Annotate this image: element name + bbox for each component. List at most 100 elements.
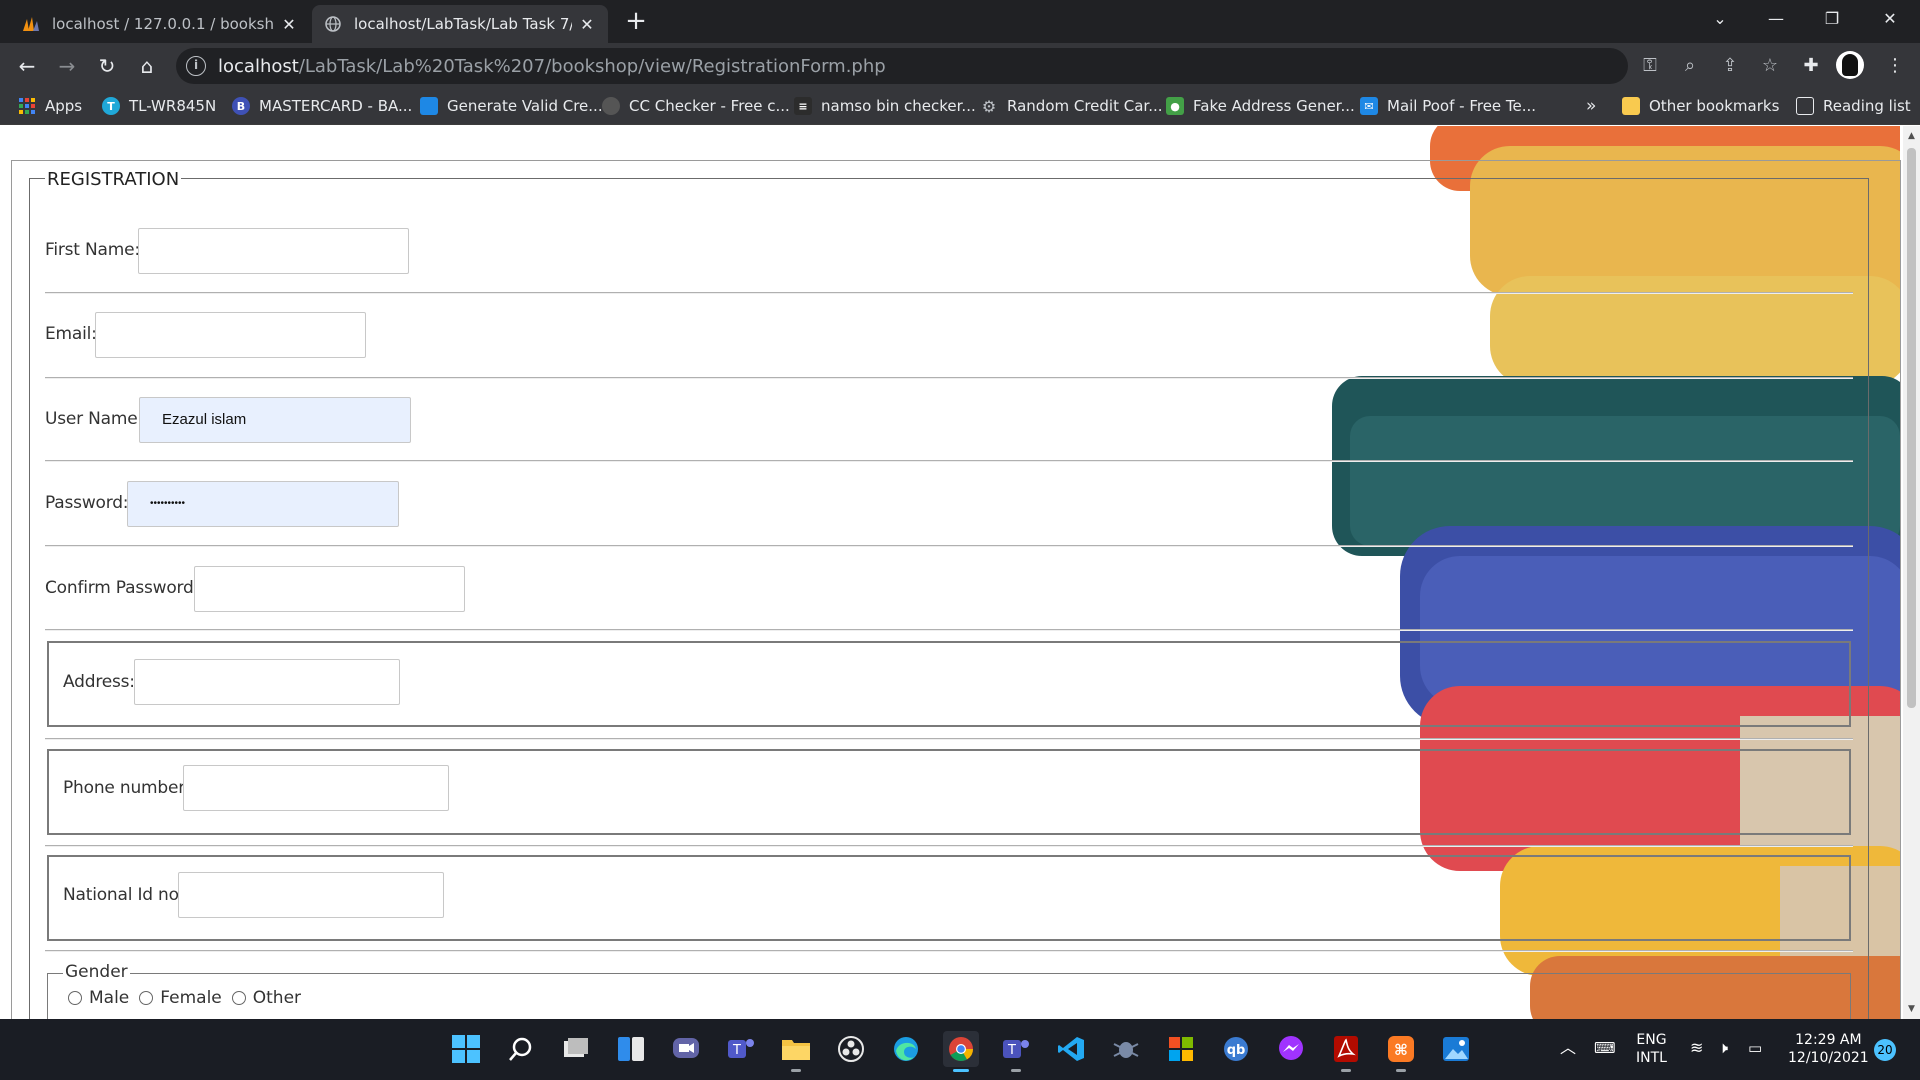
restore-button[interactable]: ❐ [1804,0,1860,38]
extensions-icon[interactable]: ✚ [1796,51,1826,81]
obs-icon[interactable] [833,1031,869,1067]
photos-icon[interactable] [1438,1031,1474,1067]
running-indicator [791,1069,801,1072]
language-indicator[interactable]: ENG INTL [1636,1031,1667,1067]
windows-taskbar: T T qb ⌘ ︿ ⌨ ENG INTL ≋ 🕨 ▭ 12:29 AM 12/… [0,1019,1920,1080]
national-id-input[interactable] [178,872,444,918]
office-apps-icon[interactable] [1163,1031,1199,1067]
key-icon[interactable]: ⚿ [1638,54,1662,78]
bookmark-cc-checker[interactable]: CC Checker - Free c... [602,93,790,119]
gender-other-label[interactable]: Other [253,988,301,1008]
email-input[interactable] [95,312,366,358]
bookmark-label: Fake Address Gener... [1193,97,1355,115]
bookmark-apps[interactable]: Apps [18,93,82,119]
reload-icon[interactable]: ↻ [92,51,122,81]
address-label: Address: [63,672,135,692]
star-icon[interactable]: ☆ [1758,54,1782,78]
wifi-icon[interactable]: ≋ [1690,1039,1703,1057]
chat-icon[interactable] [668,1031,704,1067]
tray-chevron-icon[interactable]: ︿ [1560,1039,1576,1057]
gender-other-radio[interactable] [231,991,246,1005]
vscode-icon[interactable] [1053,1031,1089,1067]
divider [45,738,1853,740]
address-input[interactable] [134,659,400,705]
close-window-button[interactable]: ✕ [1862,0,1918,38]
tab-phpmyadmin[interactable]: localhost / 127.0.0.1 / bookshop ✕ [10,5,310,43]
clock[interactable]: 12:29 AM 12/10/2021 [1788,1031,1869,1067]
minimize-button[interactable]: — [1748,0,1804,38]
tab-search-icon[interactable]: ⌄ [1692,0,1748,38]
confirm-password-input[interactable] [194,566,465,612]
bookmark-label: Apps [45,97,83,115]
zoom-icon[interactable]: ⌕ [1678,54,1702,78]
bookmark-mail-poof[interactable]: ✉ Mail Poof - Free Te... [1360,93,1536,119]
task-view-icon[interactable] [558,1031,594,1067]
b-icon: B [232,97,250,115]
scrollbar-thumb[interactable] [1907,148,1916,708]
phone-input[interactable] [183,765,449,811]
home-icon[interactable]: ⌂ [132,51,162,81]
folder-icon [1622,97,1640,115]
chrome-icon[interactable] [943,1031,979,1072]
edge-icon[interactable] [888,1031,924,1067]
reading-list[interactable]: Reading list [1796,93,1911,119]
bug-icon[interactable] [1108,1031,1144,1067]
file-explorer-icon[interactable] [778,1031,814,1072]
running-indicator [1011,1069,1021,1072]
scroll-down-arrow-icon[interactable]: ▼ [1903,1001,1920,1017]
browser-toolbar: ← → ↻ ⌂ i localhost/LabTask/Lab%20Task%2… [0,43,1920,88]
bookmark-random-cc[interactable]: ⚙ Random Credit Car... [980,93,1163,119]
page-scrollbar[interactable]: ▲ ▼ [1903,126,1920,1019]
new-tab-button[interactable]: + [622,6,650,36]
profile-avatar[interactable] [1836,51,1864,79]
date: 12/10/2021 [1788,1050,1869,1066]
site-info-icon[interactable]: i [186,56,206,76]
messenger-icon[interactable] [1273,1031,1309,1067]
password-input[interactable]: •••••••••• [127,481,399,527]
acrobat-icon[interactable] [1328,1031,1364,1072]
active-indicator [953,1069,969,1072]
scroll-up-arrow-icon[interactable]: ▲ [1903,128,1920,144]
bookmark-generate-cc[interactable]: Generate Valid Cre... [420,93,603,119]
search-icon[interactable] [503,1031,539,1067]
bookmark-mastercard[interactable]: B MASTERCARD - BA... [232,93,412,119]
address-bar[interactable]: i localhost/LabTask/Lab%20Task%207/books… [176,48,1778,84]
email-label: Email: [45,324,97,344]
close-icon[interactable]: ✕ [578,15,596,34]
bookmark-tlwr845n[interactable]: T TL-WR845N [102,93,216,119]
divider [45,460,1853,462]
bookmark-namso[interactable]: ≡ namso bin checker... [794,93,976,119]
tab-strip: localhost / 127.0.0.1 / bookshop ✕ local… [0,0,1920,43]
close-icon[interactable]: ✕ [280,15,298,34]
menu-icon[interactable]: ⋮ [1880,51,1910,81]
xampp-icon[interactable]: ⌘ [1383,1031,1419,1072]
gender-female-label[interactable]: Female [160,988,221,1008]
forward-arrow-icon[interactable]: → [52,51,82,81]
teams-classic-icon[interactable]: T [998,1031,1034,1072]
bookmark-label: CC Checker - Free c... [629,97,790,115]
tab-registration[interactable]: localhost/LabTask/Lab Task 7/boo ✕ [312,5,608,43]
bookmark-other[interactable]: Other bookmarks [1622,93,1779,119]
widgets-icon[interactable] [613,1031,649,1067]
share-icon[interactable]: ⇪ [1718,54,1742,78]
username-input[interactable]: Ezazul islam [139,397,411,443]
keyboard-icon[interactable]: ⌨ [1594,1039,1616,1057]
apps-grid-icon [18,97,36,115]
divider [45,845,1853,847]
gender-male-radio[interactable] [68,991,82,1005]
battery-icon[interactable]: ▭ [1748,1039,1762,1057]
gender-female-radio[interactable] [139,991,154,1005]
gender-male-label[interactable]: Male [89,988,129,1008]
qbittorrent-icon[interactable]: qb [1218,1031,1254,1067]
bookmarks-overflow[interactable]: » [1586,93,1596,119]
bookmark-fake-address[interactable]: ● Fake Address Gener... [1166,93,1355,119]
divider [45,377,1853,379]
back-arrow-icon[interactable]: ← [12,51,42,81]
teams-icon[interactable]: T [723,1031,759,1067]
notification-badge[interactable]: 20 [1874,1039,1896,1061]
volume-icon[interactable]: 🕨 [1718,1039,1728,1057]
url-text[interactable]: localhost/LabTask/Lab%20Task%207/booksho… [218,56,886,77]
first-name-input[interactable] [138,228,409,274]
start-windows-icon[interactable] [448,1031,484,1067]
password-label: Password: [45,493,129,513]
